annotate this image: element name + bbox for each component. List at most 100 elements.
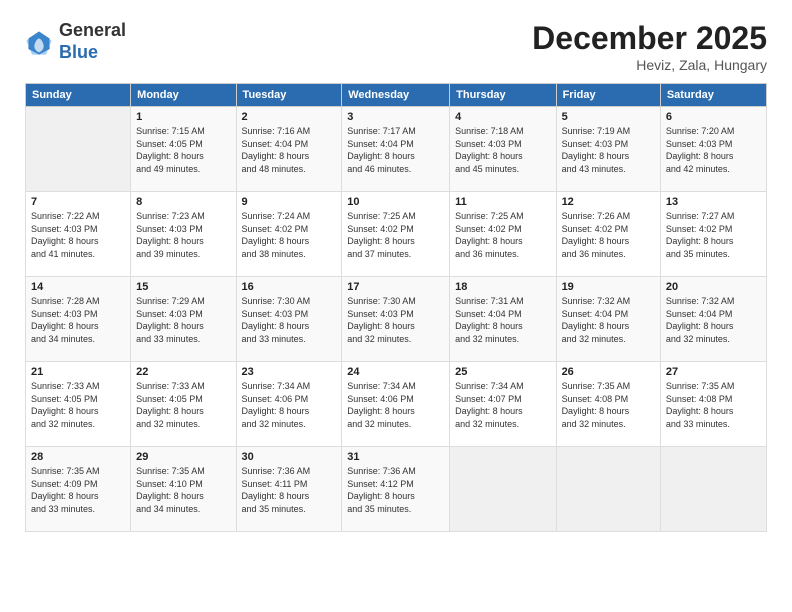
day-cell: 26 Sunrise: 7:35 AM Sunset: 4:08 PM Dayli… [556,362,660,447]
day-info: Sunrise: 7:20 AM Sunset: 4:03 PM Dayligh… [666,125,761,175]
header: General Blue December 2025 Heviz, Zala, … [25,20,767,73]
day-cell: 10 Sunrise: 7:25 AM Sunset: 4:02 PM Dayli… [342,192,450,277]
day-cell: 17 Sunrise: 7:30 AM Sunset: 4:03 PM Dayli… [342,277,450,362]
day-number: 2 [242,111,337,123]
calendar-header-row: SundayMondayTuesdayWednesdayThursdayFrid… [26,84,767,107]
day-number: 24 [347,366,444,378]
day-number: 21 [31,366,125,378]
day-info: Sunrise: 7:34 AM Sunset: 4:06 PM Dayligh… [242,380,337,430]
day-number: 5 [562,111,655,123]
day-cell: 21 Sunrise: 7:33 AM Sunset: 4:05 PM Dayli… [26,362,131,447]
day-cell: 8 Sunrise: 7:23 AM Sunset: 4:03 PM Daylig… [131,192,236,277]
day-info: Sunrise: 7:19 AM Sunset: 4:03 PM Dayligh… [562,125,655,175]
day-info: Sunrise: 7:32 AM Sunset: 4:04 PM Dayligh… [666,295,761,345]
day-cell [26,107,131,192]
day-cell [556,447,660,532]
day-number: 18 [455,281,550,293]
day-cell: 5 Sunrise: 7:19 AM Sunset: 4:03 PM Daylig… [556,107,660,192]
day-cell: 7Sunrise: 7:22 AM Sunset: 4:03 PM Daylig… [26,192,131,277]
day-cell: 22 Sunrise: 7:33 AM Sunset: 4:05 PM Dayli… [131,362,236,447]
day-info: Sunrise: 7:23 AM Sunset: 4:03 PM Dayligh… [136,210,230,260]
day-cell [450,447,556,532]
day-number: 31 [347,451,444,463]
day-number: 29 [136,451,230,463]
day-cell: 3 Sunrise: 7:17 AM Sunset: 4:04 PM Daylig… [342,107,450,192]
day-number: 20 [666,281,761,293]
calendar-table: SundayMondayTuesdayWednesdayThursdayFrid… [25,83,767,532]
day-number: 1 [136,111,230,123]
day-info: Sunrise: 7:29 AM Sunset: 4:03 PM Dayligh… [136,295,230,345]
day-number: 10 [347,196,444,208]
day-cell: 9 Sunrise: 7:24 AM Sunset: 4:02 PM Daylig… [236,192,342,277]
day-cell: 14Sunrise: 7:28 AM Sunset: 4:03 PM Dayli… [26,277,131,362]
day-number: 23 [242,366,337,378]
day-cell: 27Sunrise: 7:35 AM Sunset: 4:08 PM Dayli… [660,362,766,447]
logo-text: General Blue [59,20,126,63]
day-number: 19 [562,281,655,293]
col-header-friday: Friday [556,84,660,107]
day-info: Sunrise: 7:25 AM Sunset: 4:02 PM Dayligh… [347,210,444,260]
day-number: 17 [347,281,444,293]
day-number: 12 [562,196,655,208]
col-header-sunday: Sunday [26,84,131,107]
day-cell: 12 Sunrise: 7:26 AM Sunset: 4:02 PM Dayli… [556,192,660,277]
day-info: Sunrise: 7:33 AM Sunset: 4:05 PM Dayligh… [136,380,230,430]
day-number: 3 [347,111,444,123]
week-row-4: 28 Sunrise: 7:35 AM Sunset: 4:09 PM Dayli… [26,447,767,532]
day-info: Sunrise: 7:33 AM Sunset: 4:05 PM Dayligh… [31,380,125,430]
day-number: 4 [455,111,550,123]
day-number: 6 [666,111,761,123]
title-block: December 2025 Heviz, Zala, Hungary [532,20,767,73]
day-number: 15 [136,281,230,293]
day-cell: 11Sunrise: 7:25 AM Sunset: 4:02 PM Dayli… [450,192,556,277]
day-info: Sunrise: 7:24 AM Sunset: 4:02 PM Dayligh… [242,210,337,260]
day-cell: 6 Sunrise: 7:20 AM Sunset: 4:03 PM Daylig… [660,107,766,192]
day-cell: 29 Sunrise: 7:35 AM Sunset: 4:10 PM Dayli… [131,447,236,532]
day-info: Sunrise: 7:31 AM Sunset: 4:04 PM Dayligh… [455,295,550,345]
day-number: 25 [455,366,550,378]
day-cell: 20 Sunrise: 7:32 AM Sunset: 4:04 PM Dayli… [660,277,766,362]
day-info: Sunrise: 7:35 AM Sunset: 4:08 PM Dayligh… [666,380,761,430]
month-title: December 2025 [532,20,767,57]
day-number: 28 [31,451,125,463]
day-cell: 15 Sunrise: 7:29 AM Sunset: 4:03 PM Dayli… [131,277,236,362]
day-info: Sunrise: 7:35 AM Sunset: 4:10 PM Dayligh… [136,465,230,515]
day-cell: 31 Sunrise: 7:36 AM Sunset: 4:12 PM Dayli… [342,447,450,532]
day-number: 8 [136,196,230,208]
day-number: 9 [242,196,337,208]
day-cell: 4 Sunrise: 7:18 AM Sunset: 4:03 PM Daylig… [450,107,556,192]
day-info: Sunrise: 7:18 AM Sunset: 4:03 PM Dayligh… [455,125,550,175]
day-info: Sunrise: 7:36 AM Sunset: 4:12 PM Dayligh… [347,465,444,515]
day-info: Sunrise: 7:16 AM Sunset: 4:04 PM Dayligh… [242,125,337,175]
logo: General Blue [25,20,126,63]
col-header-tuesday: Tuesday [236,84,342,107]
day-cell [660,447,766,532]
day-info: Sunrise: 7:36 AM Sunset: 4:11 PM Dayligh… [242,465,337,515]
day-cell: 24Sunrise: 7:34 AM Sunset: 4:06 PM Dayli… [342,362,450,447]
day-info: Sunrise: 7:32 AM Sunset: 4:04 PM Dayligh… [562,295,655,345]
day-info: Sunrise: 7:17 AM Sunset: 4:04 PM Dayligh… [347,125,444,175]
col-header-thursday: Thursday [450,84,556,107]
col-header-saturday: Saturday [660,84,766,107]
week-row-3: 21 Sunrise: 7:33 AM Sunset: 4:05 PM Dayli… [26,362,767,447]
col-header-monday: Monday [131,84,236,107]
day-info: Sunrise: 7:26 AM Sunset: 4:02 PM Dayligh… [562,210,655,260]
day-info: Sunrise: 7:15 AM Sunset: 4:05 PM Dayligh… [136,125,230,175]
day-number: 26 [562,366,655,378]
week-row-0: 1 Sunrise: 7:15 AM Sunset: 4:05 PM Daylig… [26,107,767,192]
week-row-1: 7Sunrise: 7:22 AM Sunset: 4:03 PM Daylig… [26,192,767,277]
day-number: 13 [666,196,761,208]
day-cell: 25 Sunrise: 7:34 AM Sunset: 4:07 PM Dayli… [450,362,556,447]
logo-icon [25,28,53,56]
day-cell: 16Sunrise: 7:30 AM Sunset: 4:03 PM Dayli… [236,277,342,362]
day-cell: 1 Sunrise: 7:15 AM Sunset: 4:05 PM Daylig… [131,107,236,192]
day-cell: 23 Sunrise: 7:34 AM Sunset: 4:06 PM Dayli… [236,362,342,447]
day-cell: 13Sunrise: 7:27 AM Sunset: 4:02 PM Dayli… [660,192,766,277]
day-number: 16 [242,281,337,293]
day-number: 22 [136,366,230,378]
page: General Blue December 2025 Heviz, Zala, … [0,0,792,612]
day-info: Sunrise: 7:35 AM Sunset: 4:08 PM Dayligh… [562,380,655,430]
day-info: Sunrise: 7:34 AM Sunset: 4:07 PM Dayligh… [455,380,550,430]
day-info: Sunrise: 7:30 AM Sunset: 4:03 PM Dayligh… [347,295,444,345]
day-info: Sunrise: 7:35 AM Sunset: 4:09 PM Dayligh… [31,465,125,515]
